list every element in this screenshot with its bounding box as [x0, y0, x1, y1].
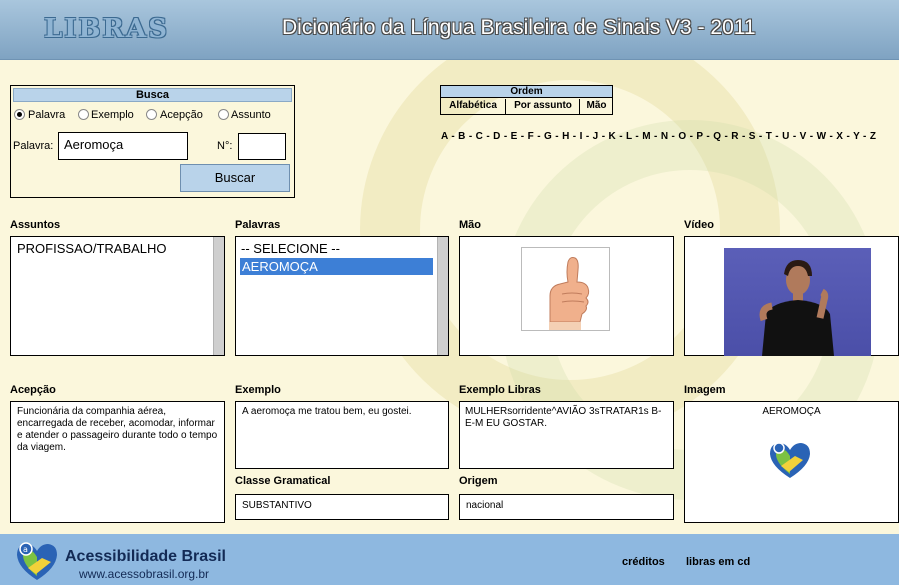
video-panel[interactable] [684, 236, 899, 356]
search-panel-title: Busca [13, 88, 292, 102]
footer-bar: a Acessibilidade Brasil www.acessobrasil… [0, 534, 899, 585]
mao-panel [459, 236, 674, 356]
creditos-link[interactable]: créditos [622, 556, 665, 568]
radio-exemplo[interactable] [78, 109, 89, 120]
acessibilidade-brasil-heart-logo-icon[interactable]: a [14, 540, 60, 582]
palavras-scrollbar[interactable] [437, 237, 448, 355]
radio-palavra-label: Palavra [28, 109, 66, 121]
footer-org-name[interactable]: Acessibilidade Brasil [65, 548, 226, 566]
classe-gramatical-label: Classe Gramatical [235, 475, 331, 487]
radio-assunto-label: Assunto [231, 109, 271, 121]
assuntos-scrollbar[interactable] [213, 237, 224, 355]
exemplo-label: Exemplo [235, 384, 281, 396]
palavras-list[interactable]: -- SELECIONE -- AEROMOÇA [235, 236, 449, 356]
tab-mao[interactable]: Mão [581, 99, 612, 114]
buscar-button[interactable]: Buscar [180, 164, 290, 192]
radio-acepcao[interactable] [146, 109, 157, 120]
radio-acepcao-label: Acepção [160, 109, 203, 121]
list-item[interactable]: PROFISSAO/TRABALHO [11, 237, 224, 260]
acessibilidade-brasil-heart-logo-icon [767, 440, 813, 480]
classe-gramatical-value: SUBSTANTIVO [235, 494, 449, 520]
tab-alfabetica[interactable]: Alfabética [441, 99, 506, 114]
thumbs-up-hand-icon [521, 247, 610, 331]
numero-input[interactable] [238, 133, 286, 160]
mao-label: Mão [459, 219, 481, 231]
exemplo-libras-text: MULHERsorridente^AVIÃO 3sTRATAR1s B-E-M … [459, 401, 674, 469]
libras-logo: LIBRAS [44, 14, 169, 44]
exemplo-libras-label: Exemplo Libras [459, 384, 541, 396]
libras-em-cd-link[interactable]: libras em cd [686, 556, 750, 568]
acepcao-label: Acepção [10, 384, 56, 396]
palavras-label: Palavras [235, 219, 281, 231]
exemplo-text: A aeromoça me tratou bem, eu gostei. [235, 401, 449, 469]
video-label: Vídeo [684, 219, 714, 231]
ordem-panel: Ordem Alfabética Por assunto Mão [440, 85, 613, 115]
footer-url[interactable]: www.acessobrasil.org.br [79, 567, 209, 581]
svg-text:a: a [23, 545, 28, 554]
header-bar: LIBRAS Dicionário da Língua Brasileira d… [0, 0, 899, 60]
tab-por-assunto[interactable]: Por assunto [507, 99, 580, 114]
radio-assunto[interactable] [218, 109, 229, 120]
acepcao-text: Funcionária da companhia aérea, encarreg… [10, 401, 225, 523]
alphabet-index[interactable]: A - B - C - D - E - F - G - H - I - J - … [441, 131, 876, 142]
imagem-panel: AEROMOÇA [684, 401, 899, 523]
assuntos-list[interactable]: PROFISSAO/TRABALHO [10, 236, 225, 356]
assuntos-label: Assuntos [10, 219, 61, 231]
list-item-selected[interactable]: AEROMOÇA [240, 258, 433, 275]
ordem-title: Ordem [441, 86, 612, 98]
radio-exemplo-label: Exemplo [91, 109, 134, 121]
origem-label: Origem [459, 475, 498, 487]
video-player[interactable] [724, 248, 871, 356]
search-panel: Busca Palavra Exemplo Acepção Assunto Pa… [10, 85, 295, 198]
palavra-input[interactable]: Aeromoça [58, 132, 188, 160]
radio-palavra[interactable] [14, 109, 25, 120]
app-title: Dicionário da Língua Brasileira de Sinai… [282, 16, 756, 39]
imagem-label: Imagem [684, 384, 726, 396]
imagem-caption: AEROMOÇA [762, 406, 821, 417]
list-item[interactable]: -- SELECIONE -- [236, 237, 448, 256]
palavra-label: Palavra: [13, 140, 54, 152]
origem-value: nacional [459, 494, 674, 520]
numero-label: N°: [217, 140, 233, 152]
